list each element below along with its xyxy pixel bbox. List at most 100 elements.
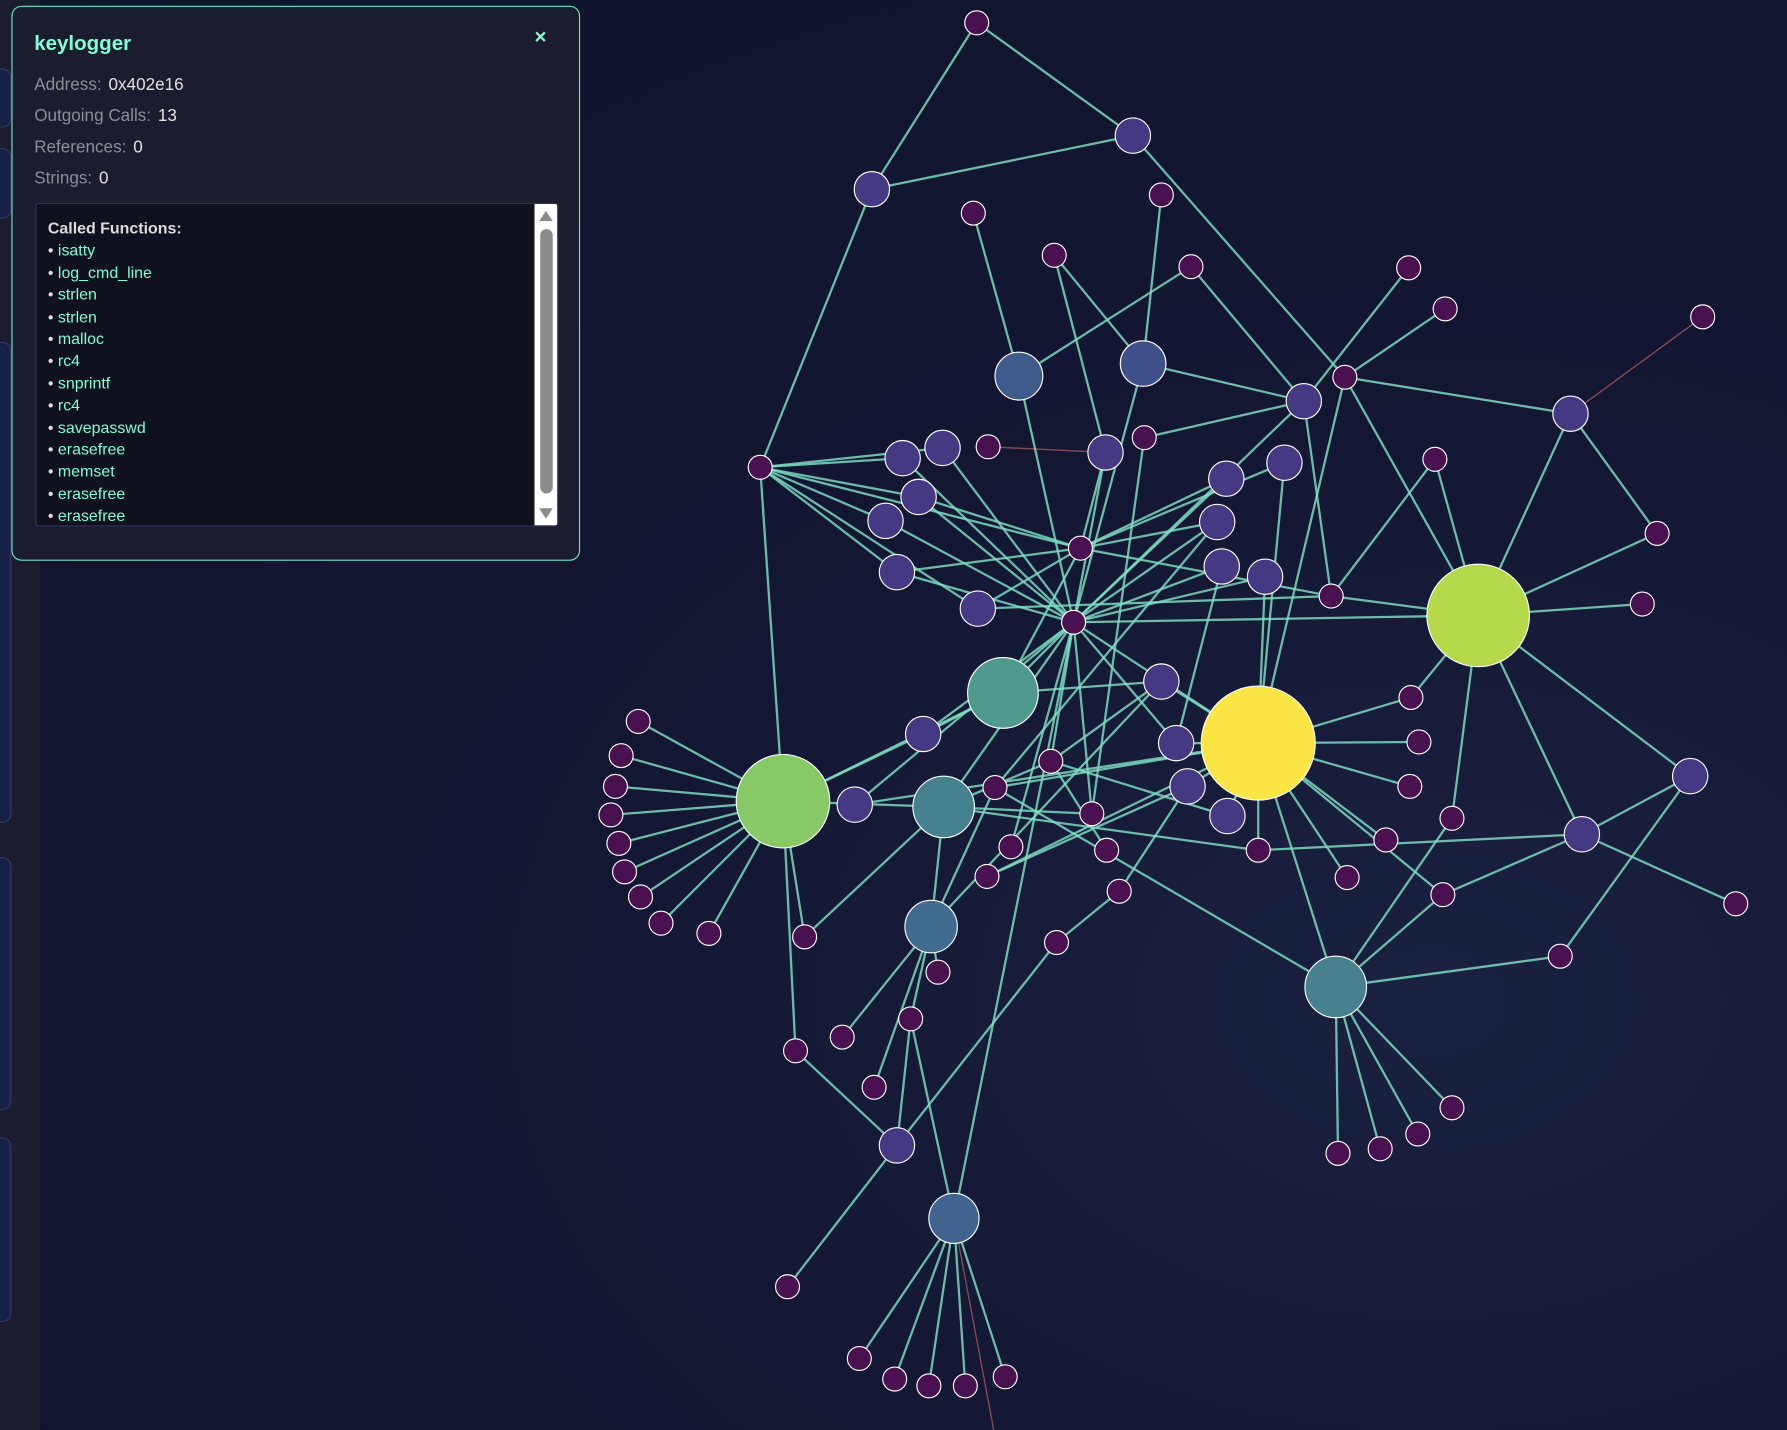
graph-node[interactable]: [1426, 563, 1531, 668]
graph-node[interactable]: [792, 924, 818, 950]
scroll-down-icon[interactable]: [539, 508, 553, 519]
graph-node[interactable]: [960, 200, 986, 226]
scrollbar-thumb[interactable]: [540, 229, 553, 494]
graph-node[interactable]: [1208, 460, 1245, 497]
graph-node[interactable]: [1106, 878, 1132, 904]
graph-node[interactable]: [1332, 364, 1358, 390]
graph-node[interactable]: [1079, 801, 1105, 827]
called-function-item[interactable]: strlen: [48, 306, 182, 328]
graph-node[interactable]: [612, 859, 638, 885]
graph-node[interactable]: [1148, 182, 1174, 208]
graph-node[interactable]: [853, 170, 891, 208]
called-function-item[interactable]: memset: [48, 461, 182, 483]
graph-node[interactable]: [1304, 955, 1368, 1019]
graph-node[interactable]: [967, 657, 1039, 729]
called-function-item[interactable]: malloc: [48, 328, 182, 350]
graph-node[interactable]: [998, 834, 1024, 860]
called-function-item[interactable]: erasefree: [48, 505, 182, 525]
graph-node[interactable]: [1198, 503, 1236, 541]
graph-node[interactable]: [1629, 591, 1655, 617]
called-function-item[interactable]: savepasswd: [48, 417, 182, 439]
graph-node[interactable]: [836, 786, 874, 823]
graph-node[interactable]: [994, 351, 1044, 401]
graph-node[interactable]: [867, 502, 904, 540]
graph-node[interactable]: [1061, 609, 1087, 635]
graph-node[interactable]: [952, 1373, 978, 1399]
graph-node[interactable]: [1432, 296, 1458, 322]
graph-node[interactable]: [1285, 382, 1323, 420]
graph-node[interactable]: [829, 1024, 855, 1050]
graph-node[interactable]: [1119, 340, 1167, 387]
graph-node[interactable]: [975, 434, 1001, 460]
graph-node[interactable]: [1043, 929, 1070, 956]
graph-node[interactable]: [898, 1006, 924, 1032]
graph-node[interactable]: [1041, 242, 1067, 268]
graph-node[interactable]: [1334, 865, 1360, 891]
graph-node[interactable]: [928, 1192, 980, 1244]
graph-node[interactable]: [1723, 891, 1749, 917]
graph-node[interactable]: [1644, 520, 1670, 546]
called-function-item[interactable]: rc4: [48, 395, 182, 417]
close-icon[interactable]: ×: [535, 25, 547, 49]
called-function-item[interactable]: snprintf: [48, 373, 182, 395]
graph-node[interactable]: [959, 590, 997, 627]
graph-node[interactable]: [992, 1364, 1018, 1390]
graph-node[interactable]: [1114, 117, 1152, 154]
graph-node[interactable]: [1245, 837, 1271, 863]
graph-node[interactable]: [1396, 255, 1422, 281]
graph-node[interactable]: [904, 715, 942, 753]
graph-node[interactable]: [774, 1274, 801, 1300]
graph-node[interactable]: [878, 553, 916, 591]
graph-node[interactable]: [606, 830, 632, 856]
graph-node[interactable]: [861, 1074, 887, 1100]
graph-node[interactable]: [1209, 797, 1246, 835]
graph-node[interactable]: [696, 920, 722, 946]
graph-node[interactable]: [974, 863, 1000, 889]
scroll-up-icon[interactable]: [539, 210, 553, 222]
graph-node[interactable]: [627, 884, 654, 910]
graph-node[interactable]: [1552, 395, 1589, 432]
graph-node[interactable]: [1671, 757, 1709, 795]
graph-node[interactable]: [1131, 425, 1157, 451]
called-function-item[interactable]: rc4: [48, 350, 182, 372]
graph-node[interactable]: [1325, 1140, 1351, 1166]
graph-node[interactable]: [782, 1038, 809, 1064]
graph-node[interactable]: [1143, 663, 1180, 700]
graph-node[interactable]: [602, 773, 628, 799]
graph-node[interactable]: [1067, 535, 1093, 561]
graph-node[interactable]: [735, 753, 831, 849]
graph-node[interactable]: [916, 1373, 942, 1399]
called-function-item[interactable]: erasefree: [48, 439, 182, 461]
called-function-item[interactable]: log_cmd_line: [48, 262, 182, 284]
graph-node[interactable]: [1690, 304, 1716, 330]
graph-node[interactable]: [1547, 943, 1573, 969]
graph-node[interactable]: [625, 708, 651, 734]
graph-node[interactable]: [925, 959, 951, 985]
graph-node[interactable]: [1422, 446, 1448, 472]
graph-node[interactable]: [982, 774, 1008, 801]
graph-node[interactable]: [878, 1127, 916, 1164]
graph-node[interactable]: [1087, 434, 1124, 471]
graph-node[interactable]: [1157, 724, 1195, 762]
graph-node[interactable]: [1094, 837, 1120, 863]
graph-node[interactable]: [1266, 444, 1303, 481]
graph-node[interactable]: [924, 429, 961, 467]
graph-node[interactable]: [964, 10, 990, 36]
graph-node[interactable]: [1397, 773, 1423, 799]
graph-node[interactable]: [846, 1345, 872, 1372]
called-function-item[interactable]: erasefree: [48, 483, 182, 505]
graph-node[interactable]: [747, 454, 773, 480]
graph-node[interactable]: [1178, 254, 1204, 280]
graph-node[interactable]: [1405, 1121, 1431, 1147]
scrollbar[interactable]: [534, 204, 558, 526]
graph-node[interactable]: [1246, 558, 1284, 595]
graph-node[interactable]: [1398, 684, 1424, 711]
graph-node[interactable]: [1318, 583, 1344, 609]
graph-node[interactable]: [900, 478, 937, 516]
called-functions-list[interactable]: Called Functions: isattylog_cmd_linestrl…: [35, 202, 559, 527]
called-function-item[interactable]: isatty: [48, 240, 182, 262]
graph-node[interactable]: [1038, 748, 1064, 774]
called-function-item[interactable]: strlen: [48, 284, 182, 306]
graph-node[interactable]: [1203, 548, 1240, 585]
graph-node[interactable]: [1406, 729, 1432, 755]
